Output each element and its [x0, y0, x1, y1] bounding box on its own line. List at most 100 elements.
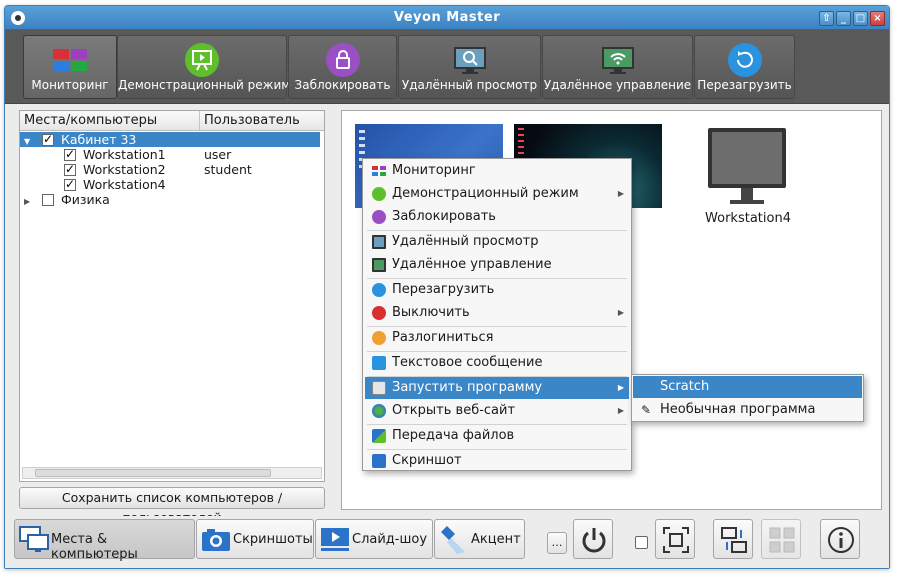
power-button[interactable] — [573, 519, 613, 559]
scrollbar-thumb[interactable] — [35, 469, 271, 477]
power-icon — [582, 528, 606, 553]
toolbar-reboot-button[interactable]: Перезагрузить — [694, 35, 795, 99]
computer-name: Workstation2 — [83, 162, 166, 177]
tree-row-location[interactable]: ▼ Кабинет 33 — [20, 132, 320, 147]
grid-view-button[interactable] — [761, 519, 801, 559]
monitoring-icon — [52, 42, 88, 78]
computer-checkbox[interactable] — [64, 162, 76, 177]
computer-checkbox[interactable] — [64, 147, 76, 162]
maximize-button[interactable]: □ — [853, 11, 868, 26]
close-button[interactable]: × — [870, 11, 885, 26]
minimize-button[interactable]: _ — [836, 11, 851, 26]
submenu-arrow-icon: ▶ — [617, 308, 624, 317]
tab-spotlight[interactable]: Акцент — [434, 519, 525, 559]
context-menu: Мониторинг Демонстрационный режим ▶ Забл… — [362, 158, 632, 471]
menu-item-label: Выключить — [392, 305, 470, 320]
window-title: Veyon Master — [393, 10, 501, 25]
toolbar-lock-button[interactable]: Заблокировать — [288, 35, 397, 99]
submenu-arrow-icon: ▶ — [617, 383, 624, 392]
submenu-item-scratch[interactable]: Scratch — [633, 376, 862, 398]
tab-screenshots[interactable]: Скриншоты — [196, 519, 314, 559]
website-icon — [372, 404, 386, 418]
tab-label: Скриншоты — [233, 532, 313, 547]
submenu-item-label: Необычная программа — [660, 402, 816, 417]
location-checkbox[interactable] — [41, 194, 54, 206]
menu-item-label: Текстовое сообщение — [392, 355, 543, 370]
toolbar-remote-control-button[interactable]: Удалённое управление — [542, 35, 693, 99]
menu-item-file-transfer[interactable]: Передача файлов — [365, 425, 629, 447]
menu-item-remote-view[interactable]: Удалённый просмотр — [365, 231, 629, 253]
horizontal-scrollbar[interactable] — [22, 467, 322, 479]
screenshot-icon — [372, 454, 386, 468]
collapse-arrow-icon[interactable]: ▶ — [24, 194, 34, 209]
menu-item-demo-mode[interactable]: Демонстрационный режим ▶ — [365, 183, 629, 205]
arrange-icon — [721, 527, 747, 553]
menu-item-screenshot[interactable]: Скриншот — [365, 450, 629, 472]
more-options-button[interactable]: … — [547, 532, 567, 554]
computer-user: user — [204, 147, 232, 162]
menu-item-label: Демонстрационный режим — [392, 186, 579, 201]
camera-icon — [202, 529, 230, 551]
location-checkbox[interactable] — [41, 132, 54, 147]
menu-item-label: Заблокировать — [392, 209, 496, 224]
menu-item-label: Запустить программу — [392, 380, 543, 395]
menu-item-label: Перезагрузить — [392, 282, 495, 297]
menu-item-lock[interactable]: Заблокировать — [365, 206, 629, 228]
menu-item-remote-control[interactable]: Удалённое управление — [365, 254, 629, 276]
toolbar-label: Мониторинг — [31, 78, 109, 92]
column-header-user[interactable]: Пользователь — [200, 111, 304, 130]
computer-user: student — [204, 162, 252, 177]
about-button[interactable] — [820, 519, 860, 559]
submenu-arrow-icon: ▶ — [617, 189, 624, 198]
locations-tree-panel: Места/компьютеры Пользователь ▼ Кабинет … — [19, 110, 325, 482]
run-program-icon — [372, 381, 386, 395]
toolbar-monitoring-button[interactable]: Мониторинг — [23, 35, 117, 99]
computer-checkbox[interactable] — [64, 177, 76, 192]
tab-label: Места & компьютеры — [51, 532, 138, 562]
save-computer-list-button[interactable]: Сохранить список компьютеров / пользоват… — [19, 487, 325, 525]
menu-item-label: Удалённое управление — [392, 257, 552, 272]
shade-button[interactable]: ⇧ — [819, 11, 834, 26]
tab-label: Акцент — [471, 532, 521, 547]
slideshow-icon — [321, 528, 349, 551]
remote-view-icon — [452, 42, 488, 78]
message-icon — [372, 356, 386, 370]
logout-icon — [372, 331, 386, 345]
menu-item-open-website[interactable]: Открыть веб-сайт ▶ — [365, 400, 629, 422]
column-header-locations[interactable]: Места/компьютеры — [20, 111, 200, 130]
menu-item-power-off[interactable]: Выключить ▶ — [365, 302, 629, 324]
tree-row-location[interactable]: ▶ Физика — [20, 192, 320, 207]
toolbar-label: Удалённое управление — [543, 78, 692, 92]
menu-item-label: Скриншот — [392, 453, 462, 468]
menu-item-monitoring[interactable]: Мониторинг — [365, 160, 629, 182]
spotlight-icon — [441, 526, 465, 554]
file-transfer-icon — [372, 429, 386, 443]
tree-row-computer[interactable]: Workstation1 user — [20, 147, 320, 162]
tree-row-computer[interactable]: Workstation2 student — [20, 162, 320, 177]
option-checkbox[interactable] — [635, 536, 648, 549]
run-program-submenu: Scratch ✎ Необычная программа — [631, 374, 864, 422]
menu-item-text-message[interactable]: Текстовое сообщение — [365, 352, 629, 374]
menu-item-label: Передача файлов — [392, 428, 515, 443]
toolbar-remote-view-button[interactable]: Удалённый просмотр — [398, 35, 541, 99]
info-icon — [828, 527, 854, 553]
grid-icon — [769, 527, 795, 553]
menu-item-logout[interactable]: Разлогиниться — [365, 327, 629, 349]
lock-icon — [325, 42, 361, 78]
tab-locations-computers[interactable]: Места & компьютеры — [14, 519, 195, 562]
align-computers-button[interactable] — [713, 519, 753, 559]
tab-slideshow[interactable]: Слайд-шоу — [315, 519, 433, 559]
fit-view-button[interactable] — [655, 519, 695, 559]
main-toolbar: Мониторинг Демонстрационный режим Заблок… — [5, 30, 889, 104]
computers-icon — [19, 526, 49, 552]
submenu-item-custom-program[interactable]: ✎ Необычная программа — [633, 399, 862, 421]
menu-item-run-program[interactable]: Запустить программу ▶ — [365, 377, 629, 399]
menu-item-reboot[interactable]: Перезагрузить — [365, 279, 629, 301]
tree-header: Места/компьютеры Пользователь — [20, 111, 324, 131]
tree-row-computer[interactable]: Workstation4 — [20, 177, 320, 192]
computer-offline-icon[interactable] — [708, 128, 788, 206]
demo-mode-icon — [184, 42, 220, 78]
pencil-icon: ✎ — [641, 403, 652, 417]
toolbar-demo-button[interactable]: Демонстрационный режим — [117, 35, 290, 99]
demo-mode-icon — [372, 187, 386, 201]
